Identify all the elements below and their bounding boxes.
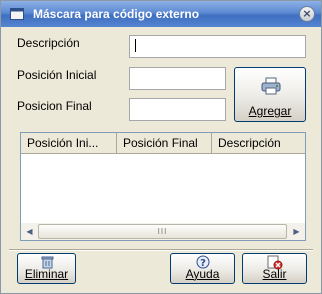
ayuda-button[interactable]: ? Ayuda [170,253,235,284]
eliminar-button[interactable]: Eliminar [17,253,76,284]
separator [9,249,313,251]
window-icon [10,8,24,20]
mask-table[interactable]: Posición Ini... Posición Final Descripci… [20,132,306,241]
posicion-final-input[interactable] [129,98,226,121]
eliminar-label: Eliminar [24,267,69,281]
salir-button[interactable]: Salir [242,253,307,284]
posicion-inicial-input[interactable] [129,67,226,90]
ayuda-label: Ayuda [185,267,220,281]
title-bar[interactable]: Máscara para código externo × [1,1,321,27]
posicion-final-label: Posicion Final [17,99,92,113]
descripcion-input[interactable] [129,35,306,58]
posicion-inicial-label: Posición Inicial [17,68,97,82]
close-icon: × [302,7,312,20]
scroll-right-icon[interactable]: ▶ [288,223,305,240]
window-title: Máscara para código externo [33,7,200,21]
dialog-window: Máscara para código externo × Descripció… [0,0,322,294]
scroll-left-icon[interactable]: ◀ [21,223,38,240]
column-header-posicion-final[interactable]: Posición Final [117,133,212,153]
descripcion-label: Descripción [17,36,80,50]
printer-icon [261,77,281,95]
text-caret [135,39,136,52]
close-button[interactable]: × [299,6,315,22]
horizontal-scrollbar[interactable]: ◀ III ▶ [21,223,305,240]
column-header-posicion-inicial[interactable]: Posición Ini... [21,133,117,153]
salir-label: Salir [262,267,287,281]
column-header-descripcion[interactable]: Descripción [212,133,305,153]
scroll-thumb[interactable]: III [38,224,287,239]
table-header: Posición Ini... Posición Final Descripci… [21,133,305,154]
agregar-label: Agregar [248,104,292,118]
agregar-button[interactable]: Agregar [234,67,306,122]
